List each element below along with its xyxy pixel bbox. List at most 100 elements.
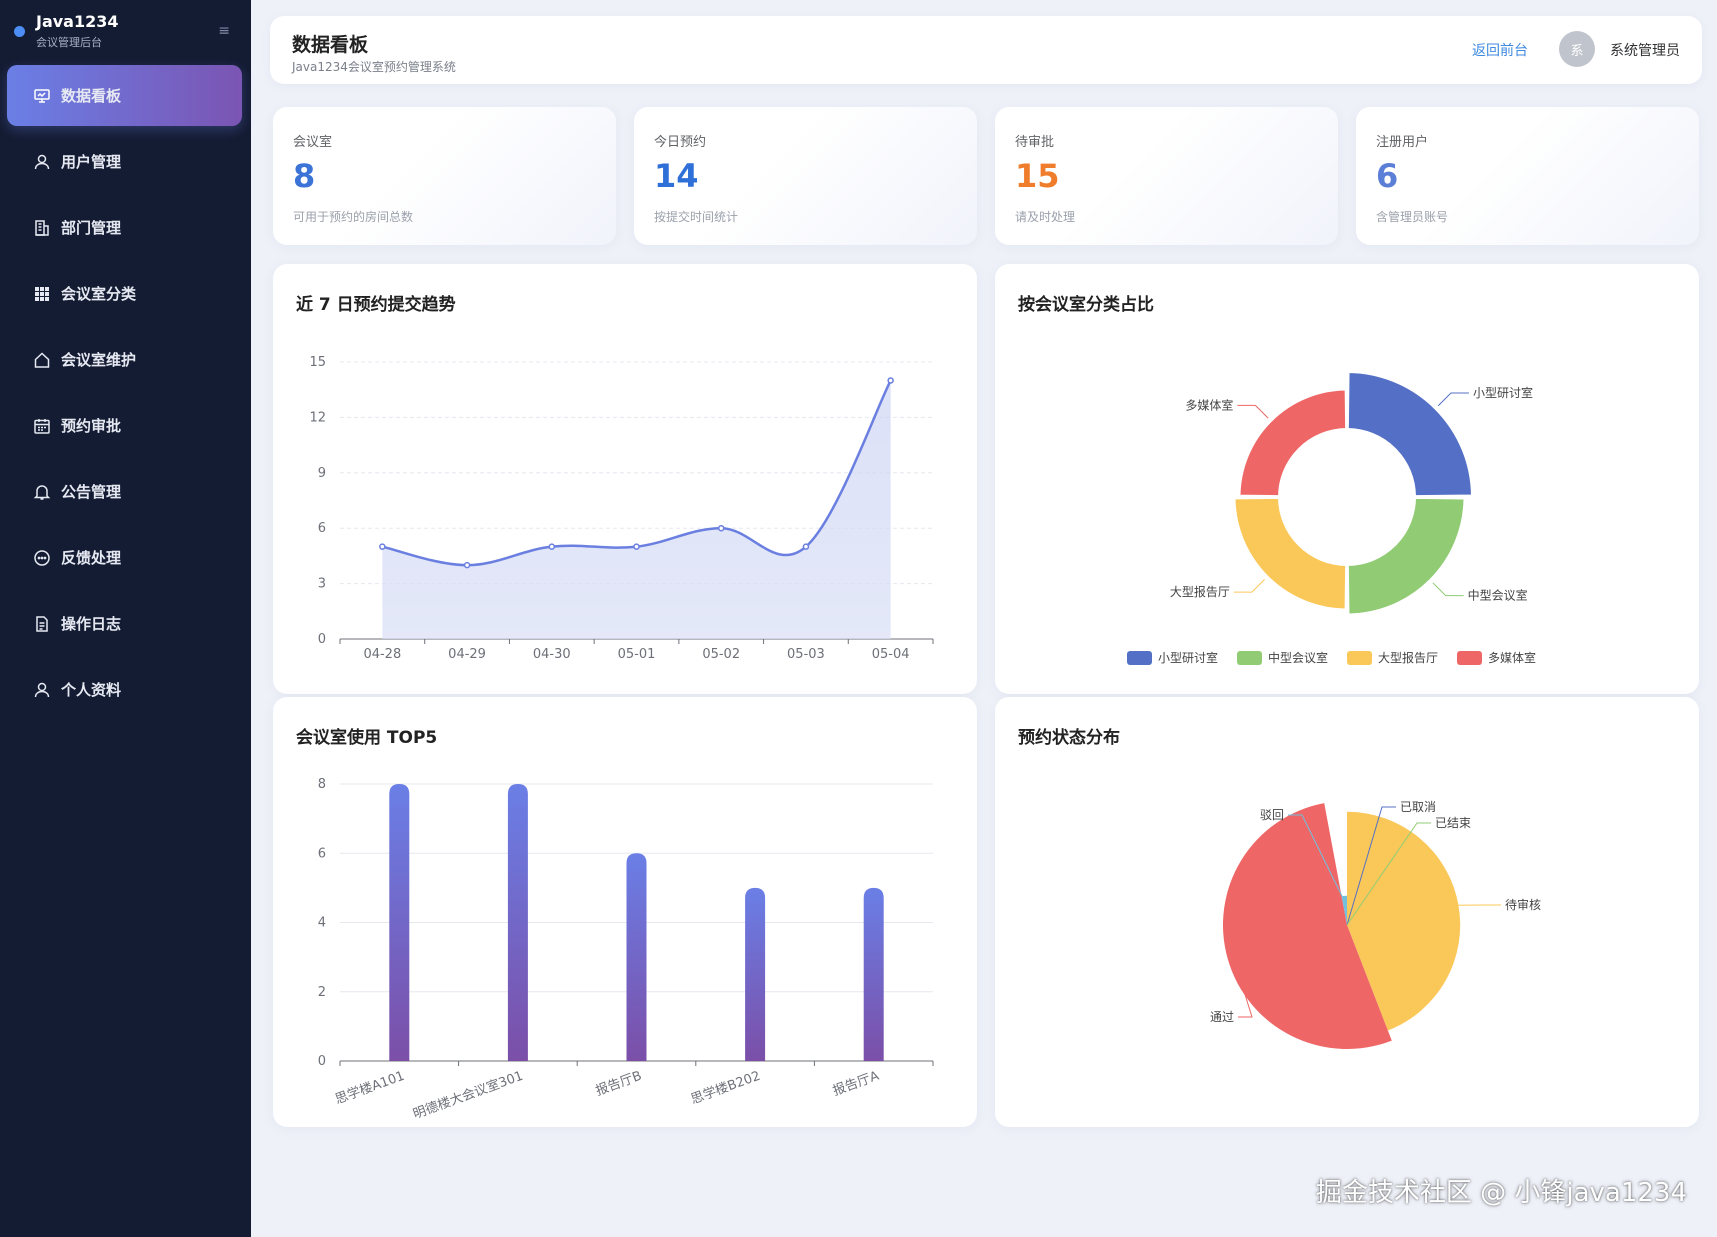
sidebar-item-label: 个人资料 — [61, 681, 122, 699]
sidebar-item-label: 会议室维护 — [61, 351, 137, 369]
legend-swatch — [1347, 651, 1372, 665]
bar — [626, 853, 647, 1061]
grid-icon — [33, 285, 51, 303]
sidebar-item-departments[interactable]: 部门管理 — [7, 197, 242, 258]
trend-point — [887, 377, 894, 384]
stat-value: 15 — [1015, 157, 1060, 195]
chat-icon — [33, 549, 51, 567]
stat-card-registered-users: 注册用户 6 含管理员账号 — [1356, 107, 1699, 245]
stat-description: 请及时处理 — [1015, 210, 1076, 224]
sidebar-menu: 数据看板 用户管理 部门管理 会议室分类 会议室维护 预约审批 公告管理 反馈处… — [7, 65, 242, 725]
trend-point — [717, 524, 725, 532]
sidebar-item-label: 部门管理 — [61, 219, 122, 237]
label-leader-line — [1233, 579, 1265, 593]
trend-point — [379, 543, 386, 550]
stat-card-pending-approval: 待审批 15 请及时处理 — [995, 107, 1338, 245]
donut-slice — [1233, 496, 1348, 611]
x-tick-label: 报告厅A — [831, 1069, 881, 1100]
x-tick-label: 04-28 — [363, 647, 401, 662]
legend-label: 小型研讨室 — [1158, 650, 1218, 665]
y-tick-label: 0 — [318, 1054, 326, 1069]
category-chart-panel: 按会议室分类占比 小型研讨室 中型会议室 大型报告厅 多媒体室 小型研讨室 中型会议室 大型… — [995, 264, 1699, 694]
x-tick-label: 思学楼A101 — [333, 1068, 407, 1108]
trend-point — [548, 543, 556, 550]
page-title: 数据看板 — [292, 34, 369, 56]
collapse-menu-icon[interactable]: ≡ — [218, 23, 230, 39]
slice-label: 通过 — [1210, 1010, 1234, 1024]
y-tick-label: 12 — [309, 410, 326, 425]
stat-description: 按提交时间统计 — [654, 210, 739, 224]
bell-icon — [33, 483, 51, 501]
brand: Java1234 会议管理后台 ≡ — [12, 12, 240, 52]
x-tick-label: 思学楼B202 — [689, 1068, 763, 1108]
brand-subtitle: 会议管理后台 — [36, 36, 102, 49]
bar — [745, 887, 766, 1061]
brand-dot-icon — [14, 26, 25, 37]
y-tick-label: 0 — [318, 632, 326, 647]
building-icon — [33, 219, 51, 237]
sidebar-item-label: 操作日志 — [61, 615, 122, 633]
x-tick-label: 明德楼大会议室301 — [411, 1068, 525, 1123]
dashboard-icon — [33, 87, 51, 105]
sidebar-item-dashboard[interactable]: 数据看板 — [7, 65, 242, 126]
user-icon — [33, 153, 51, 171]
sidebar-item-operation-logs[interactable]: 操作日志 — [7, 593, 242, 654]
stat-card-today-bookings: 今日预约 14 按提交时间统计 — [634, 107, 977, 245]
stat-label: 会议室 — [293, 135, 333, 150]
x-tick-label: 05-01 — [618, 647, 656, 662]
y-tick-label: 8 — [318, 777, 326, 792]
sidebar-item-profile[interactable]: 个人资料 — [7, 659, 242, 720]
legend-swatch — [1237, 651, 1262, 665]
bar — [507, 784, 528, 1061]
label-leader-line — [1432, 582, 1464, 597]
slice-label: 待审核 — [1505, 897, 1541, 912]
slice-label: 已取消 — [1400, 800, 1436, 814]
status-rose-chart: 待审核通过 驳回 已取消已结束 — [1210, 800, 1541, 1049]
calendar-icon — [33, 417, 51, 435]
legend-label: 大型报告厅 — [1378, 650, 1438, 665]
sidebar-item-room-maintenance[interactable]: 会议室维护 — [7, 329, 242, 390]
category-donut-chart: 小型研讨室中型会议室大型报告厅多媒体室小型研讨室 中型会议室 大型报告厅 多媒体室 — [1127, 371, 1536, 665]
trend-line-chart: 0 3 6 9 12 15 04-28 04-29 04-30 05-01 05-02 05-03 05… — [309, 355, 934, 662]
top5-bar-chart: 0 2 4 6 8 思学楼A101 明德楼大会议室301 报告厅B 思学楼B202 报告厅A — [318, 777, 934, 1123]
back-to-frontend-link[interactable]: 返回前台 — [1472, 40, 1528, 60]
stat-label: 注册用户 — [1376, 135, 1429, 150]
label-leader-line — [1437, 392, 1469, 407]
trend-point — [633, 543, 640, 550]
sidebar-item-announcements[interactable]: 公告管理 — [7, 461, 242, 522]
stat-value: 8 — [293, 157, 316, 195]
y-tick-label: 3 — [318, 577, 326, 592]
avatar[interactable]: 系 — [1559, 31, 1595, 67]
sidebar-item-label: 用户管理 — [61, 153, 122, 171]
slice-label: 多媒体室 — [1185, 397, 1233, 412]
sidebar-item-booking-approval[interactable]: 预约审批 — [7, 395, 242, 456]
stat-label: 待审批 — [1015, 135, 1055, 150]
trend-chart-panel: 近 7 日预约提交趋势 0 3 6 9 12 15 04-28 04-29 04-30 05-01… — [273, 264, 977, 694]
x-tick-label: 04-30 — [533, 647, 571, 662]
page-header: 数据看板 Java1234会议室预约管理系统 返回前台 系 系统管理员 — [270, 16, 1702, 84]
sidebar-item-feedback[interactable]: 反馈处理 — [7, 527, 242, 588]
y-tick-label: 2 — [318, 985, 326, 1000]
bar — [863, 887, 884, 1061]
x-tick-label: 05-02 — [702, 647, 740, 662]
sidebar-item-users[interactable]: 用户管理 — [7, 131, 242, 192]
brand-title: Java1234 — [36, 12, 119, 31]
legend-swatch — [1127, 651, 1152, 665]
status-chart-panel: 预约状态分布 待审核 通过 驳回 已取消 已结束 — [995, 697, 1699, 1127]
watermark: 掘金技术社区 @ 小锋java1234 — [1315, 1178, 1687, 1208]
sidebar-item-label: 会议室分类 — [61, 285, 137, 303]
legend-label: 多媒体室 — [1488, 650, 1536, 665]
trend-area — [382, 380, 891, 639]
user-name[interactable]: 系统管理员 — [1610, 40, 1680, 60]
slice-label: 已结束 — [1435, 816, 1471, 830]
house-icon — [33, 351, 51, 369]
sidebar-item-room-categories[interactable]: 会议室分类 — [7, 263, 242, 324]
slice-label: 大型报告厅 — [1170, 584, 1230, 599]
y-tick-label: 4 — [318, 916, 326, 931]
y-tick-label: 6 — [318, 846, 326, 861]
stat-description: 可用于预约的房间总数 — [293, 210, 414, 224]
trend-point — [463, 561, 471, 569]
sidebar-item-label: 数据看板 — [61, 87, 122, 105]
x-tick-label: 04-29 — [448, 647, 486, 662]
y-tick-label: 15 — [309, 355, 326, 370]
